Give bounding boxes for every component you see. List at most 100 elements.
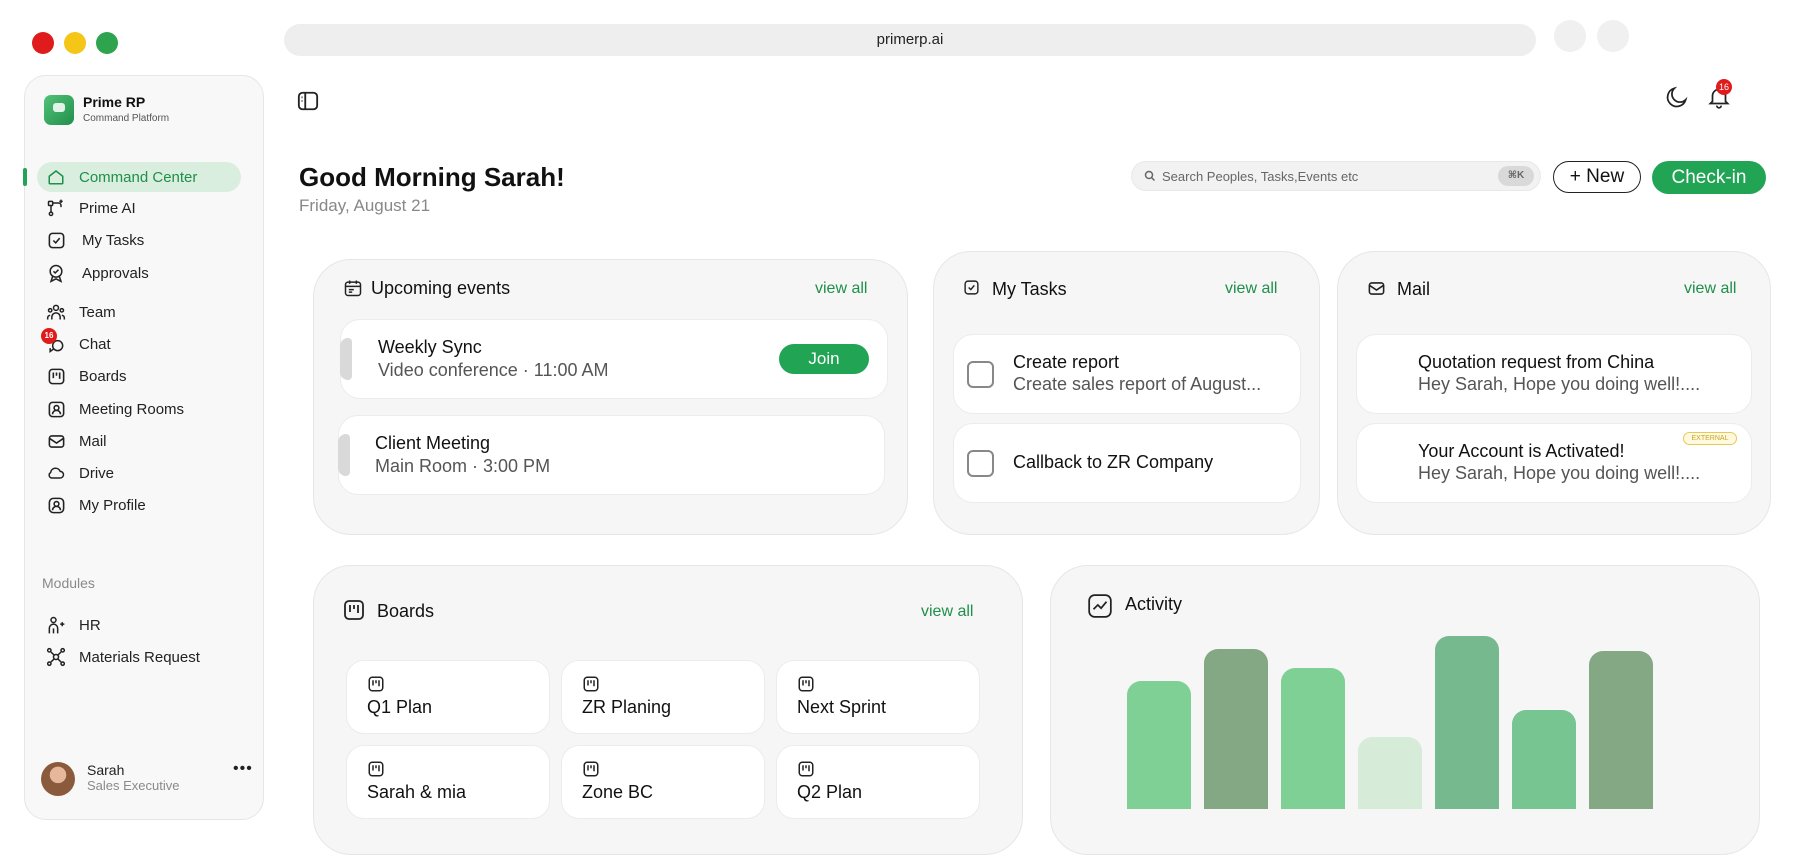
mail-view-all-link[interactable]: view all <box>1684 280 1736 298</box>
activity-bar <box>1358 737 1422 809</box>
sidebar-item-prime-ai[interactable]: Prime AI <box>37 193 241 223</box>
board-card[interactable]: Next Sprint <box>776 660 980 734</box>
close-window-button[interactable] <box>32 32 54 54</box>
materials-icon <box>45 646 67 668</box>
panel-title: Upcoming events <box>371 278 511 298</box>
activity-bar <box>1435 636 1499 809</box>
board-icon <box>45 365 67 387</box>
user-role: Sales Executive <box>87 778 180 793</box>
user-more-button[interactable]: ••• <box>233 760 253 778</box>
join-button[interactable]: Join <box>779 344 869 374</box>
board-icon <box>367 760 385 778</box>
event-subtitle: Main Room · 3:00 PM <box>375 456 551 476</box>
event-title: Weekly Sync <box>378 337 482 357</box>
board-label: Zone BC <box>582 782 654 802</box>
sidebar-item-my-profile[interactable]: My Profile <box>37 490 241 520</box>
event-card-marker <box>340 338 352 380</box>
sidebar-item-label: Prime AI <box>79 199 136 217</box>
sidebar-item-label: My Profile <box>79 496 146 514</box>
my-tasks-panel: My Tasks view all Create report Create s… <box>933 251 1320 535</box>
sidebar-item-materials-request[interactable]: Materials Request <box>37 642 241 672</box>
search-input[interactable]: Search Peoples, Tasks,Events etc ⌘K <box>1131 161 1541 191</box>
board-icon <box>797 675 815 693</box>
page-title: Good Morning Sarah! <box>299 162 565 192</box>
boards-panel: Boards view all Q1 Plan ZR Planing Next … <box>313 565 1023 855</box>
task-title: Callback to ZR Company <box>1013 452 1214 472</box>
task-checkbox[interactable] <box>967 361 994 388</box>
sidebar-item-label: Drive <box>79 464 115 482</box>
notification-badge: 16 <box>1716 79 1732 95</box>
brand-logo <box>44 95 74 125</box>
mail-preview: Hey Sarah, Hope you doing well!.... <box>1418 463 1701 483</box>
board-icon <box>582 760 600 778</box>
meeting-room-icon <box>45 398 67 420</box>
panel-title: Mail <box>1397 279 1431 299</box>
checkbox-icon <box>45 229 67 251</box>
sidebar-item-meeting-rooms[interactable]: Meeting Rooms <box>37 394 241 424</box>
panel-title: Boards <box>377 601 435 621</box>
search-icon <box>1144 170 1156 182</box>
profile-icon <box>45 494 67 516</box>
sidebar-item-label: My Tasks <box>82 231 145 249</box>
sidebar-item-team[interactable]: Team <box>37 297 241 327</box>
board-label: ZR Planing <box>582 697 672 717</box>
sidebar-item-boards[interactable]: Boards <box>37 361 241 391</box>
sidebar-item-label: Meeting Rooms <box>79 400 185 418</box>
task-checkbox[interactable] <box>967 450 994 477</box>
address-bar[interactable]: primerp.ai <box>284 24 1536 56</box>
sidebar-item-label: Boards <box>79 367 127 385</box>
external-tag: EXTERNAL <box>1683 432 1737 445</box>
sidebar-item-mail[interactable]: Mail <box>37 426 241 456</box>
sidebar-item-command-center[interactable]: Command Center <box>37 162 241 192</box>
sidebar-item-hr[interactable]: HR <box>37 610 241 640</box>
check-in-button[interactable]: Check-in <box>1652 161 1766 194</box>
board-card[interactable]: Q1 Plan <box>346 660 550 734</box>
mail-card[interactable]: Quotation request from China Hey Sarah, … <box>1356 334 1752 414</box>
board-icon <box>582 675 600 693</box>
browser-action-2[interactable] <box>1597 20 1629 52</box>
sidebar-item-label: Command Center <box>79 168 198 186</box>
avatar[interactable] <box>41 762 75 796</box>
mail-card[interactable]: EXTERNAL Your Account is Activated! Hey … <box>1356 423 1752 503</box>
board-card[interactable]: ZR Planing <box>561 660 765 734</box>
activity-bar <box>1281 668 1345 809</box>
activity-chart-icon <box>1087 593 1113 619</box>
maximize-window-button[interactable] <box>96 32 118 54</box>
mail-subject: Your Account is Activated! <box>1418 441 1625 461</box>
badge-check-icon <box>45 262 67 284</box>
mail-preview: Hey Sarah, Hope you doing well!.... <box>1418 374 1701 394</box>
board-label: Sarah & mia <box>367 782 467 802</box>
board-label: Q2 Plan <box>797 782 863 802</box>
event-card[interactable]: Client Meeting Main Room · 3:00 PM <box>338 415 885 495</box>
sidebar-item-drive[interactable]: Drive <box>37 458 241 488</box>
sidebar-item-chat[interactable]: Chat <box>37 329 241 359</box>
moon-icon[interactable] <box>1664 84 1690 110</box>
activity-bar <box>1589 651 1653 809</box>
event-card[interactable]: Weekly Sync Video conference · 11:00 AM … <box>340 319 888 399</box>
modules-heading: Modules <box>42 575 95 591</box>
board-icon <box>367 675 385 693</box>
minimize-window-button[interactable] <box>64 32 86 54</box>
events-view-all-link[interactable]: view all <box>815 280 867 298</box>
mail-icon <box>45 430 67 452</box>
new-button[interactable]: + New <box>1553 161 1641 193</box>
search-placeholder: Search Peoples, Tasks,Events etc <box>1162 168 1359 184</box>
browser-action-1[interactable] <box>1554 20 1586 52</box>
mail-subject: Quotation request from China <box>1418 352 1655 372</box>
activity-bar-chart <box>1127 636 1667 809</box>
tasks-view-all-link[interactable]: view all <box>1225 280 1277 298</box>
sidebar-item-label: Chat <box>79 335 111 353</box>
task-card[interactable]: Create report Create sales report of Aug… <box>953 334 1301 414</box>
boards-view-all-link[interactable]: view all <box>921 603 973 621</box>
board-label: Q1 Plan <box>367 697 433 717</box>
task-card[interactable]: Callback to ZR Company <box>953 423 1301 503</box>
sidebar-item-label: HR <box>79 616 101 634</box>
sidebar-item-my-tasks[interactable]: My Tasks <box>37 225 241 255</box>
sidebar: Prime RP Command Platform Command Center… <box>23 75 264 820</box>
sidebar-toggle-icon[interactable] <box>297 90 319 112</box>
sidebar-item-label: Approvals <box>82 264 149 282</box>
sidebar-item-approvals[interactable]: Approvals <box>37 258 241 288</box>
event-subtitle: Video conference · 11:00 AM <box>378 360 609 380</box>
active-indicator <box>23 168 27 186</box>
activity-bar <box>1127 681 1191 809</box>
